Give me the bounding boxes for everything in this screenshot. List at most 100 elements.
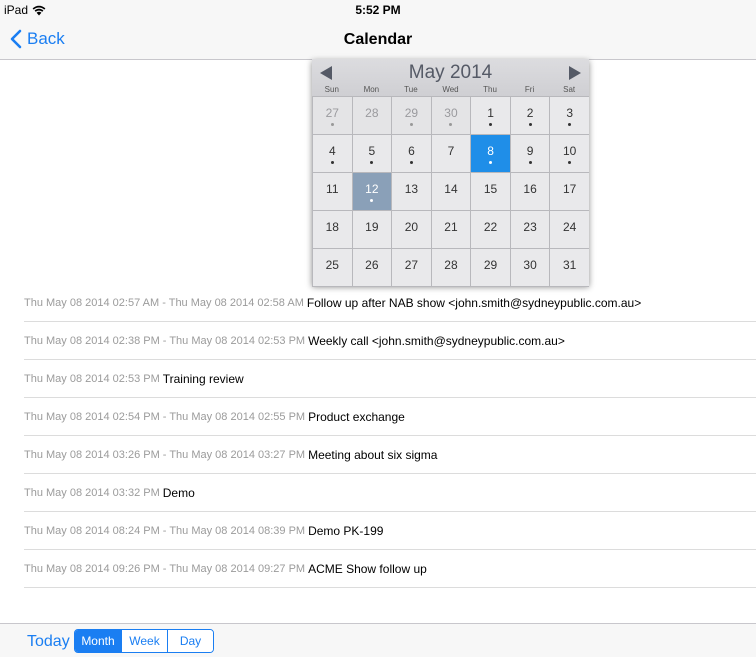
calendar-day[interactable]: 21 bbox=[431, 211, 471, 248]
event-row[interactable]: Thu May 08 2014 08:24 PM - Thu May 08 20… bbox=[24, 512, 756, 550]
day-number: 4 bbox=[328, 143, 336, 158]
calendar-day[interactable]: 30 bbox=[431, 97, 471, 134]
event-time: Thu May 08 2014 02:54 PM - Thu May 08 20… bbox=[24, 410, 306, 423]
event-dot-indicator bbox=[370, 198, 374, 202]
weekday-label: Thu bbox=[483, 85, 497, 94]
calendar-day[interactable]: 17 bbox=[550, 173, 589, 210]
segment-day[interactable]: Day bbox=[167, 630, 213, 652]
calendar-header: May 2014 Sun Mon Tue Wed Thu Fri Sat bbox=[312, 59, 589, 96]
event-title: Meeting about six sigma bbox=[308, 447, 438, 462]
event-title: ACME Show follow up bbox=[308, 561, 427, 576]
calendar-day[interactable]: 18 bbox=[313, 211, 352, 248]
event-dot-indicator bbox=[409, 160, 413, 164]
calendar-day[interactable]: 11 bbox=[313, 173, 352, 210]
calendar-day[interactable]: 30 bbox=[510, 249, 550, 286]
day-number: 15 bbox=[483, 181, 498, 196]
day-number: 27 bbox=[325, 105, 339, 120]
calendar-day[interactable]: 22 bbox=[471, 211, 510, 248]
calendar-day[interactable]: 20 bbox=[392, 211, 431, 248]
event-row[interactable]: Thu May 08 2014 02:53 PM Training review bbox=[24, 360, 756, 398]
calendar-day[interactable]: 16 bbox=[510, 173, 550, 210]
day-number: 25 bbox=[325, 257, 339, 272]
calendar-day[interactable]: 5 bbox=[352, 135, 392, 172]
event-row[interactable]: Thu May 08 2014 02:57 AM - Thu May 08 20… bbox=[24, 284, 756, 322]
segment-week[interactable]: Week bbox=[121, 630, 167, 652]
calendar-day-selected[interactable]: 8 bbox=[471, 135, 510, 172]
calendar-day[interactable]: 28 bbox=[431, 249, 471, 286]
calendar-day[interactable]: 14 bbox=[431, 173, 471, 210]
weekday-label: Wed bbox=[442, 85, 459, 94]
calendar-day-grid: 27 28 29 30 1 2 3 4 5 6 7 8 9 10 11 12 13 14 15 16 17 18 19 20 2… bbox=[312, 96, 589, 287]
calendar-day[interactable]: 27 bbox=[313, 97, 352, 134]
day-number: 2 bbox=[526, 105, 534, 120]
weekday-label: Tue bbox=[404, 85, 418, 94]
calendar-day[interactable]: 10 bbox=[550, 135, 589, 172]
day-number: 8 bbox=[487, 143, 494, 158]
event-title: Follow up after NAB show <john.smith@syd… bbox=[306, 295, 642, 310]
calendar-day[interactable]: 1 bbox=[471, 97, 510, 134]
day-number: 23 bbox=[523, 219, 537, 234]
event-time: Thu May 08 2014 02:57 AM - Thu May 08 20… bbox=[24, 296, 304, 309]
day-number: 12 bbox=[365, 181, 379, 196]
day-number: 1 bbox=[487, 105, 494, 120]
calendar-day[interactable]: 29 bbox=[392, 97, 431, 134]
event-dot-indicator bbox=[528, 122, 532, 126]
segment-month[interactable]: Month bbox=[75, 630, 121, 652]
event-row[interactable]: Thu May 08 2014 03:32 PM Demo bbox=[24, 474, 756, 512]
event-time: Thu May 08 2014 09:26 PM - Thu May 08 20… bbox=[24, 562, 306, 575]
calendar-day[interactable]: 6 bbox=[392, 135, 431, 172]
weekday-label: Sun bbox=[324, 85, 339, 94]
day-number: 3 bbox=[566, 105, 573, 120]
day-number: 28 bbox=[365, 105, 379, 120]
calendar-day[interactable]: 15 bbox=[471, 173, 510, 210]
event-title: Demo PK-199 bbox=[308, 523, 384, 538]
calendar-day[interactable]: 4 bbox=[313, 135, 352, 172]
calendar-day[interactable]: 7 bbox=[431, 135, 471, 172]
day-number: 7 bbox=[447, 143, 455, 158]
calendar-day[interactable]: 9 bbox=[510, 135, 550, 172]
event-title: Weekly call <john.smith@sydneypublic.com… bbox=[308, 333, 565, 348]
calendar-day[interactable]: 28 bbox=[352, 97, 392, 134]
calendar-day[interactable]: 24 bbox=[550, 211, 589, 248]
day-number: 21 bbox=[444, 219, 458, 234]
back-button[interactable]: Back bbox=[10, 29, 65, 49]
event-title: Training review bbox=[162, 371, 244, 386]
day-number: 14 bbox=[444, 181, 458, 196]
event-row[interactable]: Thu May 08 2014 03:26 PM - Thu May 08 20… bbox=[24, 436, 756, 474]
calendar-day[interactable]: 19 bbox=[352, 211, 392, 248]
event-dot-indicator bbox=[409, 122, 413, 126]
day-number: 11 bbox=[326, 181, 339, 196]
day-number: 22 bbox=[483, 219, 498, 234]
calendar-day-today[interactable]: 12 bbox=[352, 173, 392, 210]
event-row[interactable]: Thu May 08 2014 02:54 PM - Thu May 08 20… bbox=[24, 398, 756, 436]
event-dot-indicator bbox=[330, 122, 334, 126]
calendar-day[interactable]: 23 bbox=[510, 211, 550, 248]
calendar-day[interactable]: 2 bbox=[510, 97, 550, 134]
event-dot-indicator bbox=[330, 160, 334, 164]
weekday-header-row: Sun Mon Tue Wed Thu Fri Sat bbox=[312, 85, 589, 94]
chevron-left-icon bbox=[10, 29, 22, 49]
day-number: 27 bbox=[404, 257, 419, 272]
calendar-day[interactable]: 31 bbox=[550, 249, 589, 286]
event-row[interactable]: Thu May 08 2014 02:38 PM - Thu May 08 20… bbox=[24, 322, 756, 360]
day-number: 19 bbox=[365, 219, 379, 234]
day-number: 24 bbox=[562, 219, 577, 234]
event-list: Thu May 08 2014 02:57 AM - Thu May 08 20… bbox=[0, 284, 756, 588]
calendar-day[interactable]: 25 bbox=[313, 249, 352, 286]
today-button[interactable]: Today bbox=[27, 633, 70, 651]
day-number: 31 bbox=[562, 257, 577, 272]
event-time: Thu May 08 2014 03:32 PM bbox=[24, 486, 160, 499]
event-title: Demo bbox=[162, 485, 195, 500]
day-number: 29 bbox=[483, 257, 498, 272]
event-dot-indicator bbox=[489, 160, 493, 164]
calendar-day[interactable]: 26 bbox=[352, 249, 392, 286]
day-number: 20 bbox=[404, 219, 419, 234]
calendar-day[interactable]: 27 bbox=[392, 249, 431, 286]
day-number: 9 bbox=[526, 143, 534, 158]
calendar-day[interactable]: 3 bbox=[550, 97, 589, 134]
event-row[interactable]: Thu May 08 2014 09:26 PM - Thu May 08 20… bbox=[24, 550, 756, 588]
calendar-day[interactable]: 13 bbox=[392, 173, 431, 210]
calendar-day[interactable]: 29 bbox=[471, 249, 510, 286]
next-month-arrow-icon[interactable] bbox=[567, 65, 583, 81]
back-label: Back bbox=[27, 29, 65, 48]
